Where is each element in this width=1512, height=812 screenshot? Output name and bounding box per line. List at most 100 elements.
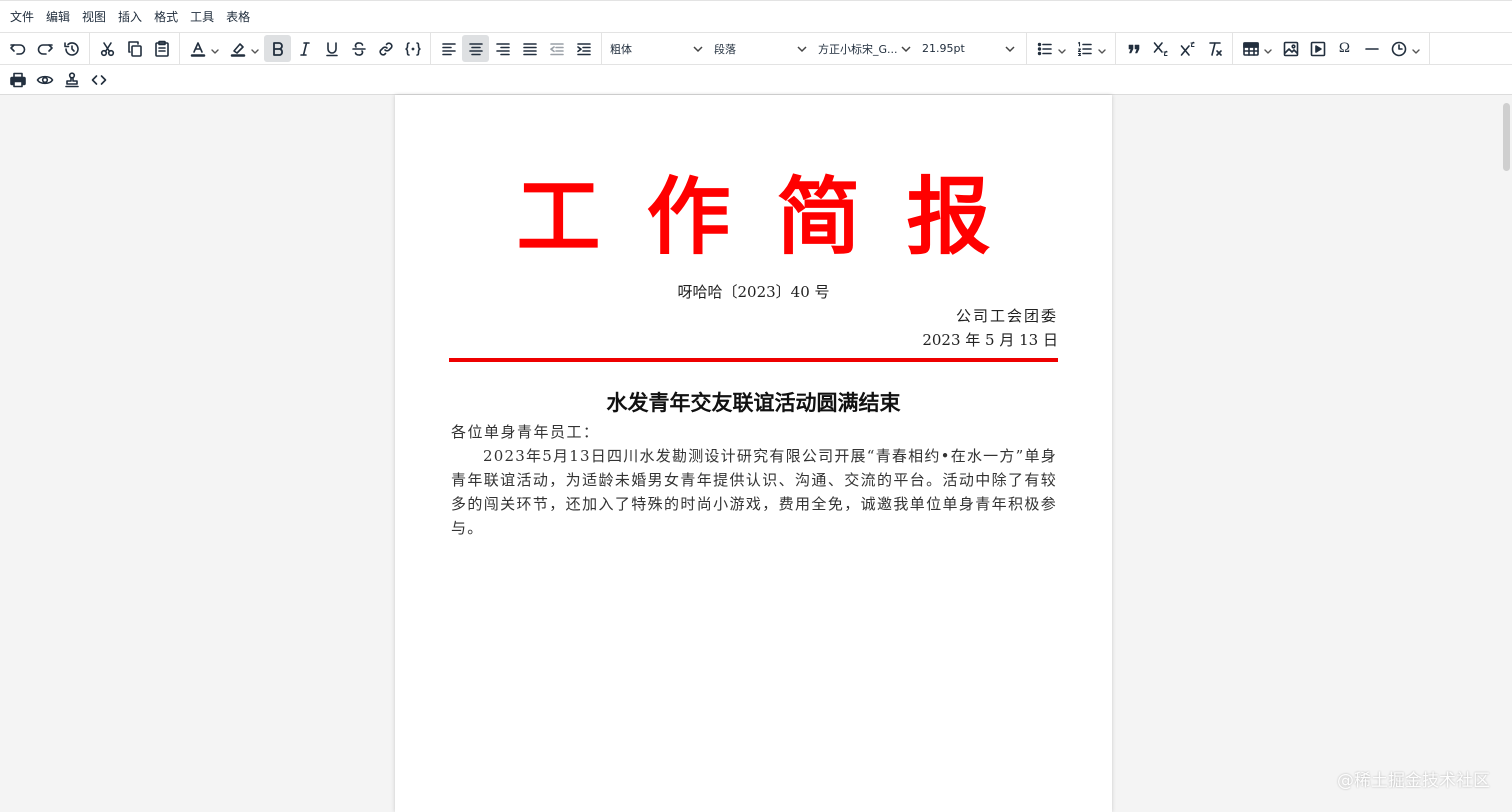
font-size-select[interactable]: 21.95pt (918, 35, 1022, 62)
chevron-down-icon (1004, 43, 1016, 55)
menu-insert[interactable]: 插入 (112, 5, 148, 29)
print-icon (9, 72, 26, 87)
copy-button[interactable] (121, 35, 148, 62)
bold-icon (272, 41, 283, 56)
watermark-text: @稀土掘金技术社区 (1337, 771, 1490, 791)
preview-icon (36, 75, 53, 84)
redo-icon (37, 43, 53, 55)
paste-button[interactable] (148, 35, 175, 62)
bullet-list-icon (1037, 42, 1052, 55)
source-code-icon (91, 74, 106, 85)
article-headline: 水发青年交友联谊活动圆满结束 (606, 390, 901, 415)
style-selects-group: 粗体 段落 方正小标宋_G... 21.95pt (602, 33, 1027, 64)
numbered-list-button[interactable] (1071, 35, 1111, 62)
chevron-down-icon (796, 43, 808, 55)
horizontal-rule-button[interactable] (1358, 35, 1385, 62)
highlight-color-button[interactable] (224, 35, 264, 62)
font-weight-select[interactable]: 粗体 (606, 35, 710, 62)
document-number: 呀哈哈〔2023〕40 号 (677, 283, 830, 301)
menu-format[interactable]: 格式 (148, 5, 184, 29)
datetime-button[interactable] (1385, 35, 1425, 62)
indent-button[interactable] (570, 35, 597, 62)
document-page[interactable]: 工作简报 呀哈哈〔2023〕40 号 公司工会团委 2023 年 5 月 13 … (395, 95, 1112, 812)
outdent-button[interactable] (543, 35, 570, 62)
highlight-color-icon (230, 42, 246, 57)
vertical-scrollbar[interactable] (1500, 95, 1512, 812)
superscript-icon (1180, 41, 1195, 56)
numbered-list-icon (1077, 41, 1092, 56)
indent-icon (576, 42, 591, 55)
special-char-button[interactable]: Ω (1331, 35, 1358, 62)
menu-file[interactable]: 文件 (4, 5, 40, 29)
font-weight-value: 粗体 (610, 42, 632, 56)
blockquote-icon (1128, 44, 1139, 53)
datetime-icon (1391, 41, 1407, 56)
source-code-button[interactable] (85, 66, 112, 93)
toolbar-primary: 粗体 段落 方正小标宋_G... 21.95pt Ω (0, 32, 1512, 64)
align-center-button[interactable] (462, 35, 489, 62)
menu-view[interactable]: 视图 (76, 5, 112, 29)
align-right-button[interactable] (489, 35, 516, 62)
chevron-down-icon (1411, 44, 1421, 54)
toolbar-secondary (0, 64, 1512, 95)
subscript-button[interactable] (1147, 35, 1174, 62)
media-icon (1310, 41, 1325, 56)
cut-button[interactable] (94, 35, 121, 62)
paste-icon (154, 40, 169, 57)
insert-group: Ω (1233, 33, 1430, 64)
subscript-icon (1153, 41, 1168, 56)
menu-tools[interactable]: 工具 (184, 5, 220, 29)
stamp-icon (64, 71, 79, 87)
preview-button[interactable] (31, 66, 58, 93)
bullet-list-button[interactable] (1031, 35, 1071, 62)
code-button[interactable] (399, 35, 426, 62)
block-format-select[interactable]: 段落 (710, 35, 814, 62)
blockquote-button[interactable] (1120, 35, 1147, 62)
align-justify-button[interactable] (516, 35, 543, 62)
editor-canvas[interactable]: 工作简报 呀哈哈〔2023〕40 号 公司工会团委 2023 年 5 月 13 … (0, 95, 1512, 812)
superscript-button[interactable] (1174, 35, 1201, 62)
font-family-value: 方正小标宋_G... (818, 42, 898, 56)
print-button[interactable] (4, 66, 31, 93)
align-center-icon (468, 42, 483, 55)
chevron-down-icon (250, 44, 260, 54)
strikethrough-button[interactable] (345, 35, 372, 62)
text-color-icon (190, 41, 206, 57)
chevron-down-icon (1097, 44, 1107, 54)
output-group (0, 65, 116, 94)
link-button[interactable] (372, 35, 399, 62)
history-button[interactable] (58, 35, 85, 62)
font-size-value: 21.95pt (922, 42, 965, 55)
link-icon (378, 41, 393, 56)
block-format-value: 段落 (714, 42, 736, 56)
menubar: 文件 编辑 视图 插入 格式 工具 表格 (0, 0, 1512, 32)
body-paragraph: 2023年5月13日四川水发勘测设计研究有限公司开展“青春相约•在水一方”单身青… (451, 447, 1057, 537)
outdent-icon (549, 42, 564, 55)
italic-button[interactable] (291, 35, 318, 62)
bold-button[interactable] (264, 35, 291, 62)
media-button[interactable] (1304, 35, 1331, 62)
text-color-button[interactable] (184, 35, 224, 62)
stamp-button[interactable] (58, 66, 85, 93)
issuer-name: 公司工会团委 (955, 307, 1058, 325)
align-left-button[interactable] (435, 35, 462, 62)
red-divider-line (449, 358, 1058, 362)
underline-button[interactable] (318, 35, 345, 62)
undo-button[interactable] (4, 35, 31, 62)
chevron-down-icon (1263, 44, 1273, 54)
image-icon (1283, 41, 1298, 56)
font-family-select[interactable]: 方正小标宋_G... (814, 35, 918, 62)
strikethrough-icon (351, 41, 366, 56)
horizontal-rule-icon (1364, 47, 1379, 50)
menu-table[interactable]: 表格 (220, 5, 256, 29)
lists-group (1027, 33, 1116, 64)
table-button[interactable] (1237, 35, 1277, 62)
clear-format-button[interactable] (1201, 35, 1228, 62)
cut-icon (100, 41, 114, 56)
menu-edit[interactable]: 编辑 (40, 5, 76, 29)
history-icon (63, 41, 79, 56)
image-button[interactable] (1277, 35, 1304, 62)
scrollbar-thumb[interactable] (1503, 103, 1510, 171)
salutation: 各位单身青年员工： (451, 423, 600, 441)
redo-button[interactable] (31, 35, 58, 62)
